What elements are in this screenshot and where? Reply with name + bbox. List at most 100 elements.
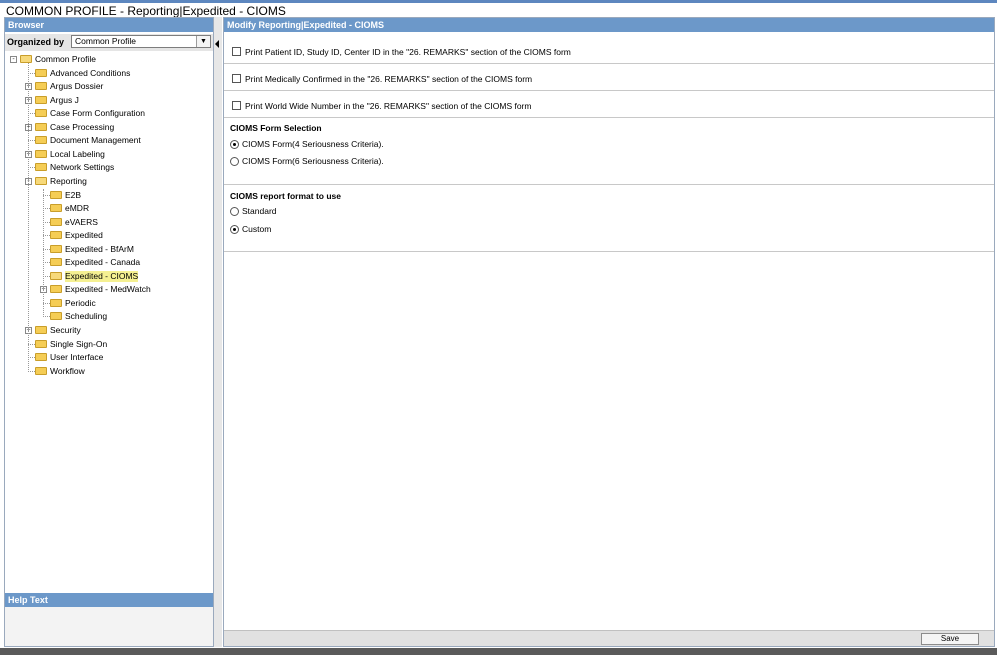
folder-icon <box>35 69 47 77</box>
tree-node-label[interactable]: Case Processing <box>50 122 114 133</box>
tree-node-label[interactable]: Case Form Configuration <box>50 108 145 119</box>
checkbox-print-world-wide-number[interactable] <box>232 101 241 110</box>
radio-standard[interactable] <box>230 207 239 216</box>
collapse-icon[interactable]: - <box>10 56 17 63</box>
modify-panel: Modify Reporting|Expedited - CIOMS Print… <box>223 17 995 647</box>
tree-connector <box>43 195 50 196</box>
option-print-medically-confirmed[interactable]: Print Medically Confirmed in the "26. RE… <box>224 65 994 91</box>
tree-connector <box>28 371 35 372</box>
tree-node[interactable]: eMDR <box>5 202 213 215</box>
tree-node[interactable]: Expedited <box>5 229 213 242</box>
section-title: CIOMS Form Selection <box>230 123 322 133</box>
tree-node[interactable]: Expedited - BfArM <box>5 243 213 256</box>
save-button[interactable]: Save <box>921 633 979 645</box>
tree-node[interactable]: + Case Processing <box>5 121 213 134</box>
organized-by-select[interactable]: Common Profile ▼ <box>71 35 211 48</box>
radio-label: CIOMS Form(4 Seriousness Criteria). <box>242 139 384 149</box>
option-label: Print World Wide Number in the "26. REMA… <box>245 101 532 111</box>
tree-connector <box>43 316 50 317</box>
tree-node[interactable]: Periodic <box>5 297 213 310</box>
tree-node-label[interactable]: Periodic <box>65 298 96 309</box>
tree-connector <box>28 140 35 141</box>
folder-icon <box>35 96 47 104</box>
tree-node[interactable]: Advanced Conditions <box>5 67 213 80</box>
tree-node-label[interactable]: E2B <box>65 190 81 201</box>
radio-form-6[interactable] <box>230 157 239 166</box>
help-text-body <box>5 607 213 646</box>
tree-node[interactable]: + Security <box>5 324 213 337</box>
option-print-world-wide-number[interactable]: Print World Wide Number in the "26. REMA… <box>224 92 994 118</box>
tree-node-label[interactable]: Local Labeling <box>50 149 105 160</box>
radio-custom[interactable] <box>230 225 239 234</box>
tree-node-label[interactable]: Argus Dossier <box>50 81 103 92</box>
tree-guide-line <box>43 189 44 317</box>
tree-node-label[interactable]: eMDR <box>65 203 89 214</box>
tree-node[interactable]: - Common Profile <box>5 53 213 66</box>
tree-node-label[interactable]: Argus J <box>50 95 79 106</box>
tree-node-label[interactable]: Advanced Conditions <box>50 68 130 79</box>
tree-node[interactable]: Network Settings <box>5 161 213 174</box>
tree-node-label[interactable]: Document Management <box>50 135 141 146</box>
radio-form-4[interactable] <box>230 140 239 149</box>
folder-open-icon <box>20 55 32 63</box>
tree-node-label[interactable]: Reporting <box>50 176 87 187</box>
tree-connector <box>43 208 50 209</box>
tree-node[interactable]: Workflow <box>5 365 213 378</box>
folder-icon <box>35 367 47 375</box>
tree-node[interactable]: + Argus Dossier <box>5 80 213 93</box>
radio-label: CIOMS Form(6 Seriousness Criteria). <box>242 156 384 166</box>
option-print-patient-id[interactable]: Print Patient ID, Study ID, Center ID in… <box>224 38 994 64</box>
option-label: Print Patient ID, Study ID, Center ID in… <box>245 47 571 57</box>
tree-node-label[interactable]: Scheduling <box>65 311 107 322</box>
tree-node-label[interactable]: Common Profile <box>35 54 96 65</box>
tree-node[interactable]: Expedited - Canada <box>5 256 213 269</box>
tree-connector <box>43 262 50 263</box>
checkbox-print-patient-id[interactable] <box>232 47 241 56</box>
tree-node-label[interactable]: Expedited - Canada <box>65 257 140 268</box>
folder-icon <box>50 285 62 293</box>
chevron-down-icon[interactable]: ▼ <box>196 36 210 47</box>
tree-node-label[interactable]: Expedited - CIOMS <box>65 271 139 282</box>
tree-node[interactable]: Document Management <box>5 134 213 147</box>
tree-node[interactable]: Single Sign-On <box>5 338 213 351</box>
tree-node[interactable]: - Reporting <box>5 175 213 188</box>
tree-node-label[interactable]: Network Settings <box>50 162 114 173</box>
tree-node-label[interactable]: Single Sign-On <box>50 339 107 350</box>
tree-node[interactable]: + Argus J <box>5 94 213 107</box>
folder-icon <box>50 258 62 266</box>
window-top-bar <box>0 0 997 3</box>
tree-node-label[interactable]: Expedited <box>65 230 103 241</box>
tree-node-label[interactable]: eVAERS <box>65 217 98 228</box>
panel-splitter[interactable] <box>214 17 222 647</box>
folder-icon <box>35 82 47 90</box>
bottom-strip <box>0 648 997 655</box>
tree-node[interactable]: Expedited - CIOMS <box>5 270 213 283</box>
tree-node-label[interactable]: Expedited - MedWatch <box>65 284 151 295</box>
tree-node[interactable]: + Expedited - MedWatch <box>5 283 213 296</box>
cioms-form-selection-section: CIOMS Form Selection CIOMS Form(4 Seriou… <box>224 118 994 185</box>
tree-connector <box>43 249 50 250</box>
folder-icon <box>35 326 47 334</box>
folder-icon <box>35 123 47 131</box>
tree-node-label[interactable]: Workflow <box>50 366 85 377</box>
folder-icon <box>50 299 62 307</box>
tree-node-label[interactable]: User Interface <box>50 352 103 363</box>
modify-header: Modify Reporting|Expedited - CIOMS <box>224 18 994 32</box>
tree-node[interactable]: Scheduling <box>5 310 213 323</box>
tree-node[interactable]: + Local Labeling <box>5 148 213 161</box>
browser-panel: Browser Organized by Common Profile ▼ - C… <box>4 17 214 647</box>
checkbox-print-medically-confirmed[interactable] <box>232 74 241 83</box>
folder-icon <box>50 245 62 253</box>
tree-node[interactable]: User Interface <box>5 351 213 364</box>
tree-node[interactable]: Case Form Configuration <box>5 107 213 120</box>
folder-icon <box>35 340 47 348</box>
folder-icon <box>35 353 47 361</box>
organized-by-row: Organized by Common Profile ▼ <box>5 34 213 51</box>
collapse-left-icon[interactable] <box>215 40 219 48</box>
folder-icon <box>50 204 62 212</box>
tree-node-label[interactable]: Security <box>50 325 81 336</box>
tree-node[interactable]: eVAERS <box>5 216 213 229</box>
radio-label: Standard <box>242 206 277 216</box>
tree-node-label[interactable]: Expedited - BfArM <box>65 244 134 255</box>
tree-node[interactable]: E2B <box>5 189 213 202</box>
